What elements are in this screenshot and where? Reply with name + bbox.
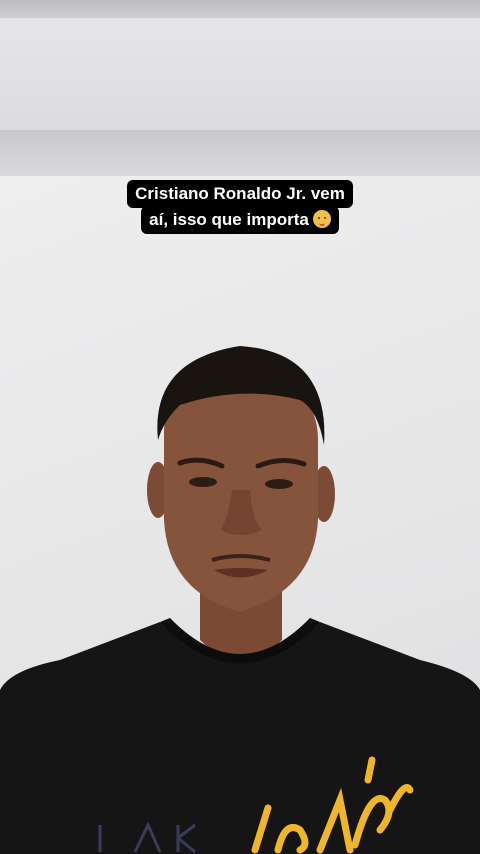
caption-line-2: aí, isso que importa xyxy=(141,206,339,234)
left-eye xyxy=(189,477,217,487)
right-eye xyxy=(265,479,293,489)
caption-line-1: Cristiano Ronaldo Jr. vem xyxy=(127,180,353,208)
story-video-frame: Cristiano Ronaldo Jr. vem aí, isso que i… xyxy=(0,0,480,854)
baby-emoji-icon xyxy=(312,210,331,228)
caption-line-2-text: aí, isso que importa xyxy=(149,210,309,229)
person-figure xyxy=(0,346,480,854)
story-caption: Cristiano Ronaldo Jr. vem aí, isso que i… xyxy=(0,180,480,234)
